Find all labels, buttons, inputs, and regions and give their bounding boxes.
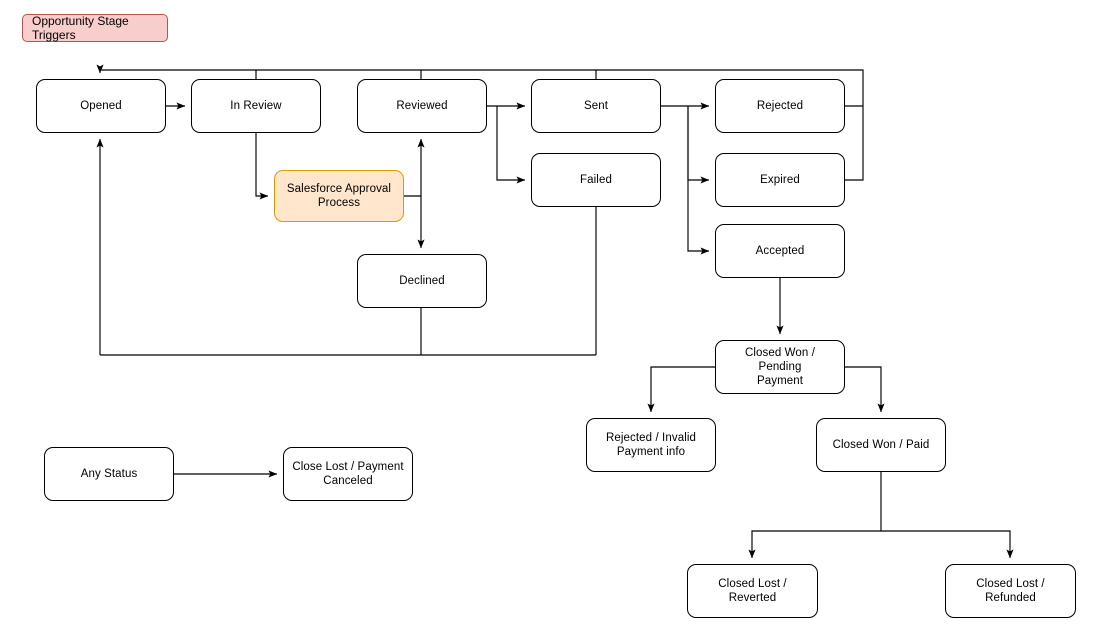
node-accepted[interactable]: Accepted <box>715 224 845 278</box>
node-expired[interactable]: Expired <box>715 153 845 207</box>
node-label-rejected: Rejected <box>756 100 804 112</box>
node-label-reviewed: Reviewed <box>396 100 448 112</box>
node-label-close_lost_canceled: Close Lost / Payment Canceled <box>292 461 404 487</box>
node-label-accepted: Accepted <box>755 245 805 257</box>
edge-closed-won-pending-to-paid <box>845 366 885 413</box>
node-label-closed_lost_reverted: Closed Lost / Reverted <box>718 578 787 604</box>
node-failed[interactable]: Failed <box>531 153 661 207</box>
node-rejected_invalid[interactable]: Rejected / Invalid Payment info <box>586 418 716 472</box>
node-label-closed_lost_refunded: Closed Lost / Refunded <box>976 578 1045 604</box>
edge-paid-to-reverted <box>748 472 882 559</box>
edge-closed-won-pending-to-rejected-inv <box>647 366 715 413</box>
diagram-title-text: Opportunity Stage Triggers <box>32 14 129 42</box>
node-in_review[interactable]: In Review <box>191 79 321 133</box>
node-salesforce_approval[interactable]: Salesforce Approval Process <box>274 170 404 222</box>
node-label-sent: Sent <box>583 100 609 112</box>
edge-reviewed-to-failed <box>496 106 526 184</box>
diagram-canvas: Opened In Review Reviewed Sent Rejected Sales… <box>0 0 1100 634</box>
edge-salesforce-to-reviewed <box>404 138 425 197</box>
node-reviewed[interactable]: Reviewed <box>357 79 487 133</box>
node-any_status[interactable]: Any Status <box>44 447 174 501</box>
node-declined[interactable]: Declined <box>357 254 487 308</box>
node-closed_won_paid[interactable]: Closed Won / Paid <box>816 418 946 472</box>
node-label-any_status: Any Status <box>80 468 138 480</box>
edge-paid-to-refunded <box>881 530 1014 559</box>
node-closed_won_pending[interactable]: Closed Won / Pending Payment <box>715 340 845 394</box>
node-closed_lost_reverted[interactable]: Closed Lost / Reverted <box>687 564 818 618</box>
node-closed_lost_refunded[interactable]: Closed Lost / Refunded <box>945 564 1076 618</box>
node-label-failed: Failed <box>580 174 612 186</box>
node-sent[interactable]: Sent <box>531 79 661 133</box>
node-rejected[interactable]: Rejected <box>715 79 845 133</box>
edge-in-review-to-salesforce <box>255 133 269 200</box>
node-close_lost_canceled[interactable]: Close Lost / Payment Canceled <box>283 447 413 501</box>
node-label-salesforce_approval: Salesforce Approval Process <box>286 183 392 209</box>
node-label-expired: Expired <box>760 174 800 186</box>
node-label-declined: Declined <box>399 275 445 287</box>
node-label-closed_won_pending: Closed Won / Pending Payment <box>744 347 816 387</box>
node-opened[interactable]: Opened <box>36 79 166 133</box>
edge-sent-to-expired <box>687 106 710 184</box>
diagram-title-badge: Opportunity Stage Triggers <box>22 14 168 42</box>
node-label-in_review: In Review <box>230 100 282 112</box>
node-label-closed_won_paid: Closed Won / Paid <box>832 439 930 451</box>
edge-sent-to-accepted <box>687 106 710 255</box>
node-label-rejected_invalid: Rejected / Invalid Payment info <box>605 432 696 458</box>
node-label-opened: Opened <box>80 100 122 112</box>
